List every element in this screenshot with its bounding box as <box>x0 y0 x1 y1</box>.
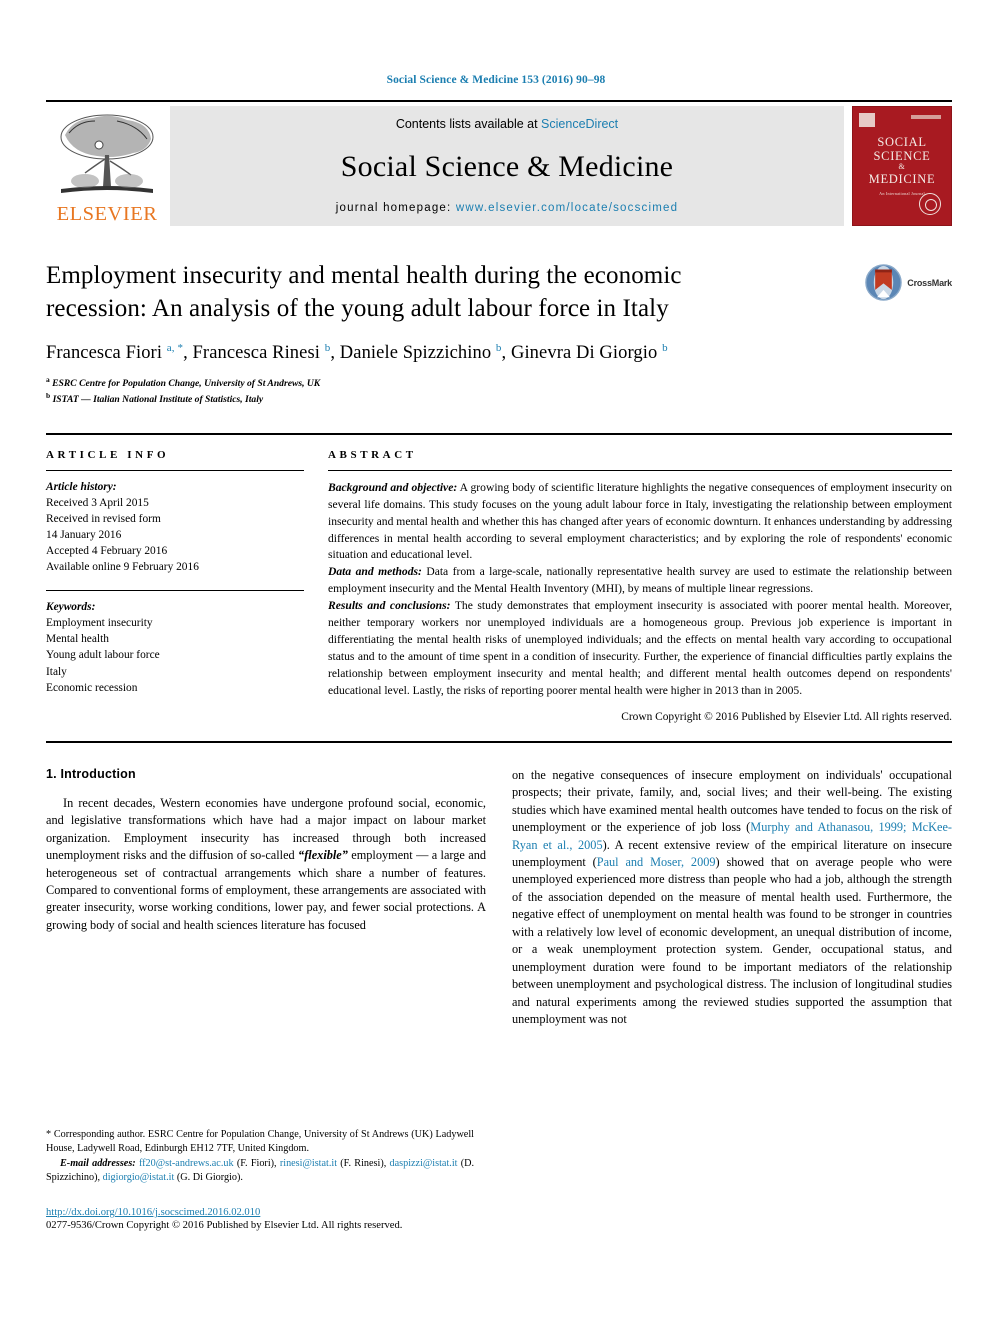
article-info-heading: ARTICLE INFO <box>46 448 170 461</box>
abstract-paragraph-methods: Data and methods: Data from a large-scal… <box>328 564 952 598</box>
corresponding-author-note: * Corresponding author. ESRC Centre for … <box>46 1128 474 1157</box>
crossmark-icon <box>865 264 903 301</box>
journal-band: Contents lists available at ScienceDirec… <box>170 106 844 226</box>
cover-ampersand: & <box>898 162 906 171</box>
abstract-paragraph-background: Background and objective: A growing body… <box>328 480 952 565</box>
history-item: Received in revised form <box>46 512 161 525</box>
email-label: E-mail addresses: <box>60 1157 136 1169</box>
intro-left-emphasis: “flexible” <box>298 848 348 863</box>
cover-title-text: SOCIAL SCIENCE & MEDICINE <box>853 135 951 186</box>
elsevier-wordmark: ELSEVIER <box>56 202 158 225</box>
section-heading-introduction: 1. Introduction <box>46 766 136 781</box>
body-column-right: on the negative consequences of insecure… <box>512 767 952 1029</box>
crossmark-label: CrossMark <box>907 277 952 288</box>
affiliation-b-text: ISTAT — Italian National Institute of St… <box>52 394 264 406</box>
keyword-item: Mental health <box>46 633 109 646</box>
keyword-item: Young adult labour force <box>46 649 160 662</box>
abstract-lead-background: Background and objective: <box>328 480 458 494</box>
keyword-item: Employment insecurity <box>46 617 153 630</box>
email-link[interactable]: ff20@st-andrews.ac.uk <box>139 1158 234 1169</box>
contents-available-line: Contents lists available at ScienceDirec… <box>396 117 618 131</box>
history-item: Accepted 4 February 2016 <box>46 545 168 558</box>
article-info-column: ARTICLE INFO Article history: Received 3… <box>46 449 304 723</box>
keywords-label: Keywords: <box>46 601 96 614</box>
doi-link[interactable]: http://dx.doi.org/10.1016/j.socscimed.20… <box>46 1207 474 1218</box>
abstract-lead-results: Results and conclusions: <box>328 599 451 613</box>
affiliation-list: a ESRC Centre for Population Change, Uni… <box>46 375 952 407</box>
section-divider <box>46 740 952 743</box>
affiliation-b: b ISTAT — Italian National Institute of … <box>46 390 264 406</box>
intro-paragraph-left: In recent decades, Western economies hav… <box>46 795 486 935</box>
elsevier-tree-icon <box>60 114 154 193</box>
abstract-text-results: The study demonstrates that employment i… <box>328 599 952 697</box>
article-history: Article history: Received 3 April 2015 R… <box>46 479 304 575</box>
abstract-column: ABSTRACT Background and objective: A gro… <box>328 449 952 723</box>
article-info-rule <box>46 469 304 471</box>
keyword-item: Italy <box>46 665 67 678</box>
email-owner: (G. Di Giorgio). <box>174 1171 243 1183</box>
abstract-body: Background and objective: A growing body… <box>328 480 952 700</box>
footnote-block: * Corresponding author. ESRC Centre for … <box>46 1128 474 1231</box>
article-history-label: Article history: <box>46 480 117 493</box>
keywords-list: Keywords: Employment insecurity Mental h… <box>46 599 304 695</box>
abstract-lead-methods: Data and methods: <box>328 565 422 579</box>
abstract-paragraph-results: Results and conclusions: The study demon… <box>328 598 952 700</box>
email-owner: (F. Rinesi), <box>337 1157 390 1169</box>
keywords-rule <box>46 590 304 592</box>
email-link[interactable]: daspizzi@istat.it <box>390 1158 458 1169</box>
email-link[interactable]: digiorgio@istat.it <box>103 1172 175 1183</box>
cover-issue-mark <box>911 115 941 119</box>
body-column-left: 1. Introduction In recent decades, Weste… <box>46 767 486 1029</box>
running-head: Social Science & Medicine 153 (2016) 90–… <box>386 74 606 86</box>
abstract-rule <box>328 469 952 471</box>
affiliation-a-text: ESRC Centre for Population Change, Unive… <box>52 378 321 390</box>
cover-publisher-mark <box>859 113 875 127</box>
journal-homepage-line: journal homepage: www.elsevier.com/locat… <box>336 202 678 214</box>
sciencedirect-link[interactable]: ScienceDirect <box>541 117 618 131</box>
journal-title: Social Science & Medicine <box>340 149 674 183</box>
history-item: Available online 9 February 2016 <box>46 561 199 574</box>
contents-prefix: Contents lists available at <box>395 117 542 131</box>
email-owner: (F. Fiori), <box>233 1157 280 1169</box>
email-addresses-note: E-mail addresses: ff20@st-andrews.ac.uk … <box>46 1157 474 1186</box>
homepage-prefix: journal homepage: <box>335 202 456 214</box>
journal-cover-thumbnail[interactable]: SOCIAL SCIENCE & MEDICINE An Internation… <box>852 106 952 226</box>
email-link[interactable]: rinesi@istat.it <box>280 1158 337 1169</box>
author-list: Francesca Fiori a, *, Francesca Rinesi b… <box>46 342 668 364</box>
article-page: Social Science & Medicine 153 (2016) 90–… <box>0 0 992 1323</box>
affiliation-a: a ESRC Centre for Population Change, Uni… <box>46 375 321 390</box>
keyword-item: Economic recession <box>46 681 138 694</box>
homepage-url-link[interactable]: www.elsevier.com/locate/socscimed <box>456 202 678 214</box>
elsevier-logo: ELSEVIER <box>46 106 168 226</box>
journal-masthead: ELSEVIER Contents lists available at Sci… <box>46 100 952 226</box>
cover-line-3: MEDICINE <box>868 171 936 186</box>
cover-line-2: SCIENCE <box>873 149 931 163</box>
corresponding-author-text: Corresponding author. ESRC Centre for Po… <box>46 1129 474 1155</box>
issn-copyright-line: 0277-9536/Crown Copyright © 2016 Publish… <box>46 1220 403 1232</box>
body-columns: 1. Introduction In recent decades, Weste… <box>46 767 952 1029</box>
info-abstract-block: ARTICLE INFO Article history: Received 3… <box>46 432 952 723</box>
abstract-copyright: Crown Copyright © 2016 Published by Else… <box>621 710 952 723</box>
abstract-text-methods: Data from a large-scale, nationally repr… <box>328 565 952 596</box>
crossmark-badge[interactable]: CrossMark <box>865 264 952 301</box>
abstract-heading: ABSTRACT <box>328 448 417 461</box>
cover-line-1: SOCIAL <box>877 135 927 149</box>
intro-right-text-c: ) showed that on average people who were… <box>512 855 952 1027</box>
history-item: Received 3 April 2015 <box>46 496 149 509</box>
page-title: Employment insecurity and mental health … <box>46 262 682 322</box>
intro-paragraph-right: on the negative consequences of insecure… <box>512 767 952 1029</box>
cover-seal-icon <box>919 193 941 215</box>
citation-link[interactable]: Paul and Moser, 2009 <box>597 855 716 869</box>
title-block: Employment insecurity and mental health … <box>46 260 952 407</box>
history-item: 14 January 2016 <box>46 528 122 541</box>
